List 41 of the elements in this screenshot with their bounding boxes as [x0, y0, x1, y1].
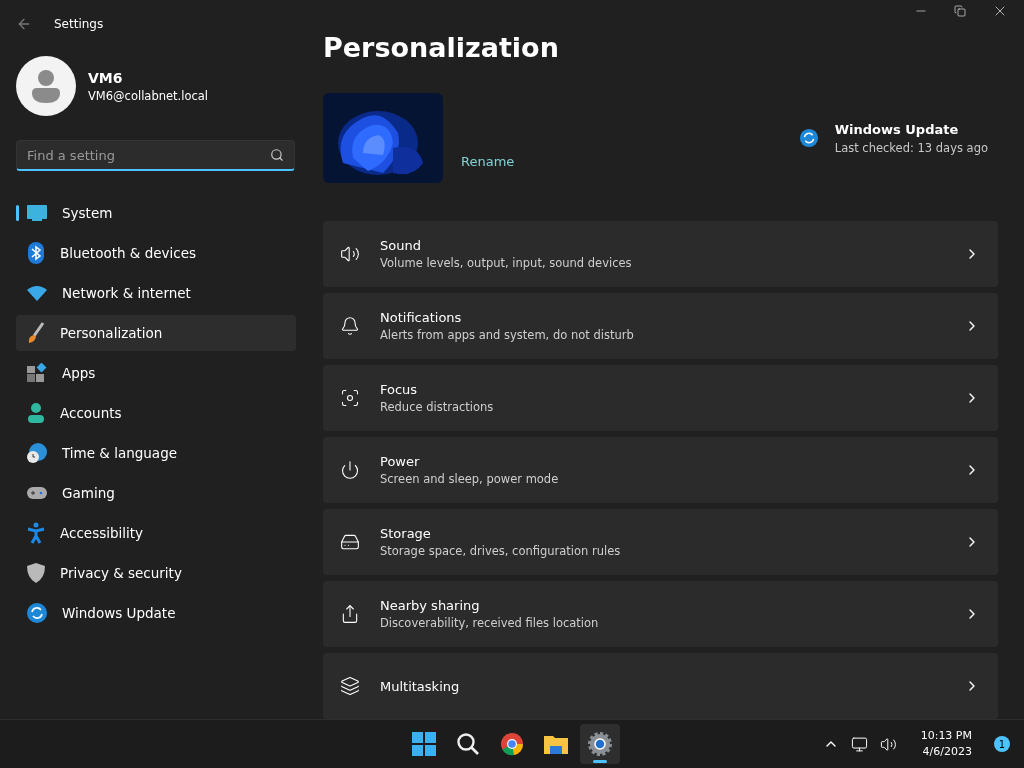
sidebar-item[interactable]: Bluetooth & devices: [16, 235, 296, 271]
settings-card[interactable]: Nearby sharing Discoverability, received files location: [323, 581, 998, 647]
page-title: Personalization: [323, 32, 560, 63]
card-title: Focus: [380, 382, 419, 397]
update-title: Windows Update: [834, 121, 960, 137]
window-title: Settings: [54, 17, 104, 31]
card-title: Power: [380, 454, 421, 469]
rename-link[interactable]: Rename: [461, 153, 515, 169]
card-subtitle: Discoverability, received files location: [380, 616, 600, 630]
card-subtitle: Reduce distractions: [380, 400, 495, 414]
settings-card[interactable]: Power Screen and sleep, power mode: [323, 437, 998, 503]
card-subtitle: Storage space, drives, configuration rules: [380, 544, 622, 558]
sidebar-item[interactable]: Gaming: [16, 475, 296, 511]
update-status: Last checked: 13 days ago: [834, 140, 988, 155]
settings-card[interactable]: Multitasking: [323, 653, 998, 719]
card-title: Sound: [380, 238, 422, 253]
settings-card[interactable]: Storage Storage space, drives, configuration rules: [323, 509, 998, 575]
search-field[interactable]: Find a setting: [16, 140, 295, 171]
settings-card[interactable]: Sound Volume levels, output, input, sound devices: [323, 221, 998, 287]
sidebar-item[interactable]: Time & language: [16, 435, 296, 471]
card-title: Multitasking: [380, 678, 461, 694]
sidebar-item[interactable]: Accounts: [16, 395, 296, 431]
card-title: Nearby sharing: [380, 598, 481, 613]
settings-card[interactable]: Focus Reduce distractions: [323, 365, 998, 431]
account-name: VM6: [88, 69, 124, 86]
clock[interactable]: 10:13 PM 4/6/2023: [920, 728, 972, 760]
card-title: Notifications: [380, 310, 463, 325]
sidebar-item[interactable]: Apps: [16, 355, 296, 391]
card-subtitle: Volume levels, output, input, sound devices: [380, 256, 633, 270]
notification-badge[interactable]: 1: [994, 736, 1010, 752]
card-subtitle: Screen and sleep, power mode: [380, 472, 560, 486]
sidebar-item[interactable]: Privacy & security: [16, 555, 296, 591]
sidebar-item[interactable]: Personalization: [16, 315, 296, 351]
sidebar-item[interactable]: System: [16, 195, 296, 231]
account-email: VM6@collabnet.local: [88, 88, 209, 103]
card-title: Storage: [380, 526, 432, 541]
sidebar-item[interactable]: Accessibility: [16, 515, 296, 551]
settings-card[interactable]: Notifications Alerts from apps and system, do not disturb: [323, 293, 998, 359]
sidebar-item[interactable]: Windows Update: [16, 595, 296, 631]
sidebar-item[interactable]: Network & internet: [16, 275, 296, 311]
card-subtitle: Alerts from apps and system, do not disturb: [380, 328, 635, 342]
